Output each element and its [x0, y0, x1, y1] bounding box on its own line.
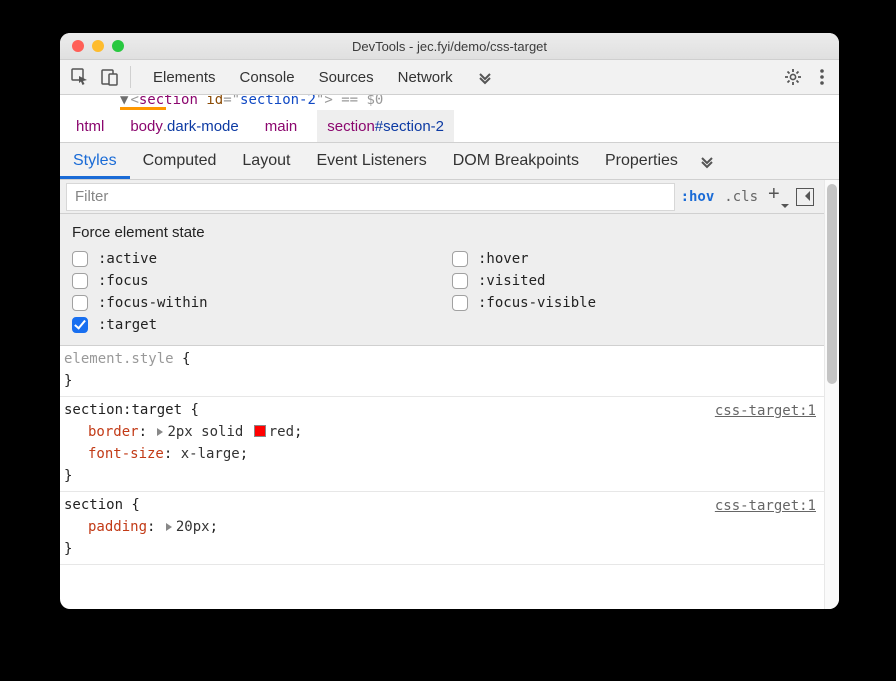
force-state-focus-within[interactable]: :focus-within — [72, 295, 432, 311]
more-subtabs-icon[interactable] — [691, 153, 723, 169]
dom-tree-row[interactable]: ▼<section id="section-2"> == $0 — [60, 95, 839, 110]
style-rule[interactable]: css-target:1section {padding: 20px;} — [60, 492, 824, 565]
styles-subtabs: Styles Computed Layout Event Listeners D… — [60, 143, 839, 180]
gear-icon[interactable] — [783, 67, 803, 87]
style-rule[interactable]: element.style {} — [60, 346, 824, 397]
breadcrumb-body[interactable]: body.dark-mode — [124, 110, 244, 142]
tab-console[interactable]: Console — [228, 60, 307, 94]
divider — [130, 66, 131, 88]
rule-selector[interactable]: section:target { — [64, 399, 816, 421]
rule-close-brace: } — [64, 370, 816, 392]
style-rules: element.style {}css-target:1section:targ… — [60, 346, 824, 609]
force-state-label: :focus-within — [98, 295, 208, 311]
checkbox-icon[interactable] — [72, 295, 88, 311]
force-state-label: :visited — [478, 273, 545, 289]
scrollbar-thumb[interactable] — [827, 184, 837, 384]
force-state-focus-visible[interactable]: :focus-visible — [452, 295, 812, 311]
declaration[interactable]: border: 2px solid red; — [88, 421, 816, 443]
more-tabs-icon[interactable] — [477, 69, 493, 85]
rule-selector[interactable]: section { — [64, 494, 816, 516]
force-state-visited[interactable]: :visited — [452, 273, 812, 289]
declaration[interactable]: font-size: x-large; — [88, 443, 816, 465]
device-toggle-icon[interactable] — [100, 67, 120, 87]
tab-network[interactable]: Network — [386, 60, 465, 94]
titlebar: DevTools - jec.fyi/demo/css-target — [60, 33, 839, 60]
filter-input[interactable] — [66, 183, 675, 211]
force-state-panel: Force element state :active :hover :focus:… — [60, 214, 824, 346]
force-state-hover[interactable]: :hover — [452, 251, 812, 267]
rule-close-brace: } — [64, 538, 816, 560]
devtools-window: DevTools - jec.fyi/demo/css-target Eleme… — [60, 33, 839, 609]
force-state-target[interactable]: :target — [72, 317, 432, 333]
cls-toggle[interactable]: .cls — [724, 189, 758, 205]
force-state-active[interactable]: :active — [72, 251, 432, 267]
declaration[interactable]: padding: 20px; — [88, 516, 816, 538]
rule-selector[interactable]: element.style { — [64, 348, 816, 370]
styles-pane: :hov .cls Force element state :active :ho… — [60, 180, 824, 609]
checkbox-icon[interactable] — [72, 251, 88, 267]
force-state-title: Force element state — [72, 224, 812, 241]
rule-source-link[interactable]: css-target:1 — [715, 495, 816, 517]
breadcrumb-html[interactable]: html — [70, 110, 110, 142]
close-icon[interactable] — [72, 40, 84, 52]
breadcrumb-section[interactable]: section#section-2 — [317, 110, 454, 142]
force-state-label: :focus — [98, 273, 149, 289]
styles-pane-container: :hov .cls Force element state :active :ho… — [60, 180, 839, 609]
tab-sources[interactable]: Sources — [307, 60, 386, 94]
checkbox-icon[interactable] — [72, 317, 88, 333]
traffic-lights — [60, 40, 124, 52]
force-state-label: :focus-visible — [478, 295, 596, 311]
hov-toggle[interactable]: :hov — [681, 189, 715, 205]
subtab-layout[interactable]: Layout — [229, 143, 303, 179]
style-rule[interactable]: css-target:1section:target {border: 2px … — [60, 397, 824, 492]
force-state-focus[interactable]: :focus — [72, 273, 432, 289]
force-state-label: :hover — [478, 251, 529, 267]
force-state-label: :active — [98, 251, 157, 267]
force-state-label: :target — [98, 317, 157, 333]
rule-close-brace: } — [64, 465, 816, 487]
expand-icon[interactable] — [166, 523, 172, 531]
subtab-computed[interactable]: Computed — [130, 143, 230, 179]
inspect-icon[interactable] — [70, 67, 90, 87]
subtab-dom-breakpoints[interactable]: DOM Breakpoints — [440, 143, 592, 179]
maximize-icon[interactable] — [112, 40, 124, 52]
color-swatch-icon[interactable] — [254, 425, 266, 437]
expand-icon[interactable] — [157, 428, 163, 436]
new-style-rule-icon[interactable] — [768, 188, 786, 206]
kebab-icon[interactable] — [815, 67, 829, 87]
filter-row: :hov .cls — [60, 180, 824, 214]
breadcrumb-main[interactable]: main — [259, 110, 304, 142]
minimize-icon[interactable] — [92, 40, 104, 52]
checkbox-icon[interactable] — [72, 273, 88, 289]
breadcrumb: html body.dark-mode main section#section… — [60, 110, 839, 143]
window-title: DevTools - jec.fyi/demo/css-target — [60, 39, 839, 54]
rule-source-link[interactable]: css-target:1 — [715, 400, 816, 422]
subtab-properties[interactable]: Properties — [592, 143, 691, 179]
checkbox-icon[interactable] — [452, 251, 468, 267]
checkbox-icon[interactable] — [452, 273, 468, 289]
subtab-event-listeners[interactable]: Event Listeners — [303, 143, 439, 179]
computed-panel-toggle-icon[interactable] — [796, 188, 814, 206]
checkbox-icon[interactable] — [452, 295, 468, 311]
scrollbar[interactable] — [824, 180, 839, 609]
main-toolbar: Elements Console Sources Network — [60, 60, 839, 95]
tab-elements[interactable]: Elements — [141, 60, 228, 94]
subtab-styles[interactable]: Styles — [60, 143, 130, 179]
